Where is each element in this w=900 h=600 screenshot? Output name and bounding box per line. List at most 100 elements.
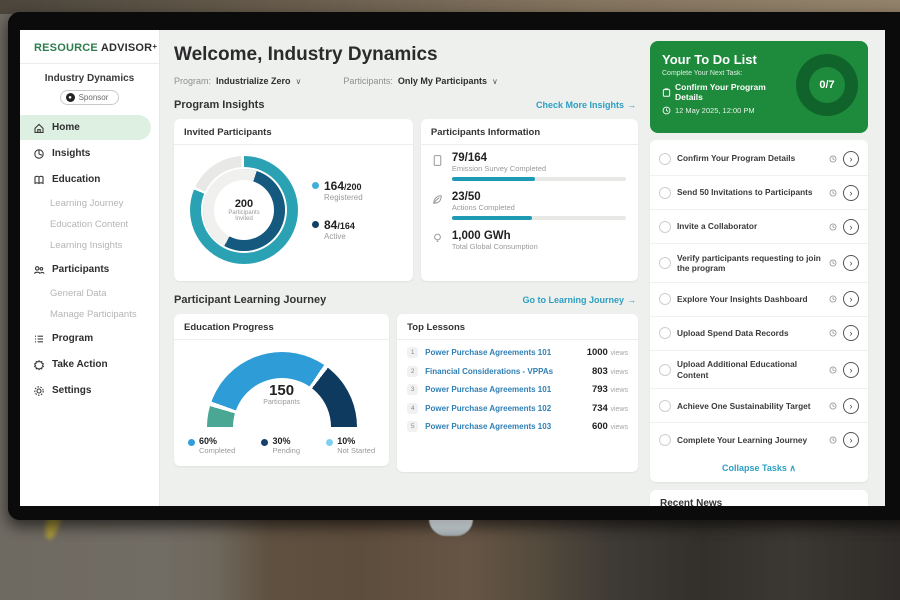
rank-chip: 1 (407, 347, 418, 358)
task-open-button[interactable]: › (843, 151, 859, 167)
task-row[interactable]: Send 50 Invitations to Participants › (650, 176, 868, 210)
program-filter[interactable]: Program: Industrialize Zero ∨ (174, 76, 301, 86)
clock-icon (829, 436, 837, 444)
sidebar-item-education[interactable]: Education (20, 167, 151, 192)
sidebar-item-participants[interactable]: Participants (20, 257, 151, 282)
card-title: Education Progress (174, 314, 389, 340)
task-checkbox[interactable] (659, 293, 671, 305)
clock-icon (829, 366, 837, 374)
stat-consumption: 1,000 GWh Total Global Consumption (431, 230, 626, 255)
sidebar-item-learning-journey[interactable]: Learning Journey (20, 193, 159, 214)
todo-summary-card: Your To Do List Complete Your Next Task:… (650, 41, 868, 133)
recent-news-card: Recent News (650, 490, 868, 506)
lesson-row: 2 Financial Considerations - VPPAs 803 v… (397, 362, 638, 381)
rank-chip: 5 (407, 421, 418, 432)
card-title: Invited Participants (174, 119, 413, 145)
lesson-link[interactable]: Power Purchase Agreements 102 (425, 404, 585, 413)
todo-progress-value: 0/7 (819, 79, 834, 91)
task-checkbox[interactable] (659, 327, 671, 339)
app-logo[interactable]: RESOURCE ADVISOR+ (20, 42, 159, 63)
sidebar-item-take-action[interactable]: Take Action (20, 352, 151, 377)
todo-due-date: 12 May 2025, 12:00 PM (675, 106, 755, 115)
lesson-row: 1 Power Purchase Agreements 101 1000 vie… (397, 343, 638, 362)
logo-plus: + (152, 42, 157, 51)
book-icon (32, 173, 45, 186)
legend-registered: 164/200 Registered (312, 179, 363, 202)
sidebar-item-general-data[interactable]: General Data (20, 283, 159, 304)
task-row[interactable]: Upload Spend Data Records › (650, 317, 868, 351)
participants-information-card: Participants Information 79/164 Emission… (421, 119, 638, 281)
participants-filter[interactable]: Participants: Only My Participants ∨ (343, 76, 497, 86)
task-open-button[interactable]: › (843, 398, 859, 414)
task-checkbox[interactable] (659, 257, 671, 269)
sidebar-item-program[interactable]: Program (20, 326, 151, 351)
task-open-button[interactable]: › (843, 432, 859, 448)
legend-active: 84/164 Active (312, 218, 363, 241)
caret-up-icon: ∧ (789, 463, 796, 473)
clock-icon (829, 329, 837, 337)
invited-participants-card: Invited Participants 200 Participants In… (174, 119, 413, 281)
clock-icon (829, 402, 837, 410)
task-row[interactable]: Achieve One Sustainability Target › (650, 389, 868, 423)
go-to-learning-journey-link[interactable]: Go to Learning Journey→ (522, 295, 636, 305)
lesson-link[interactable]: Power Purchase Agreements 101 (425, 385, 585, 394)
task-checkbox[interactable] (659, 434, 671, 446)
survey-bar-fill (452, 177, 536, 181)
sponsor-badge[interactable]: ● Sponsor (60, 90, 120, 105)
dashboard-screen: RESOURCE ADVISOR+ Industry Dynamics ● Sp… (20, 30, 885, 506)
gear-icon (32, 384, 45, 397)
sidebar-item-label: Home (52, 122, 80, 133)
arrow-right-icon: → (627, 295, 636, 305)
list-icon (32, 332, 45, 345)
collapse-tasks-link[interactable]: Collapse Tasks ∧ (650, 456, 868, 480)
lesson-row: 3 Power Purchase Agreements 101 793 view… (397, 380, 638, 399)
legend-not-started: 10% Not Started (326, 436, 375, 455)
todo-task-list: Confirm Your Program Details › Send 50 I… (650, 140, 868, 482)
task-row[interactable]: Verify participants requesting to join t… (650, 244, 868, 283)
chevron-down-icon[interactable]: ∨ (296, 77, 302, 86)
task-open-button[interactable]: › (843, 291, 859, 307)
task-checkbox[interactable] (659, 400, 671, 412)
task-checkbox[interactable] (659, 221, 671, 233)
task-open-button[interactable]: › (843, 255, 859, 271)
arrow-right-icon: → (627, 100, 636, 110)
completed-dot-icon (188, 439, 195, 446)
sidebar-divider (20, 63, 159, 64)
task-row[interactable]: Confirm Your Program Details › (650, 142, 868, 176)
page-title: Welcome, Industry Dynamics (174, 44, 638, 66)
sidebar-item-label: Education (52, 174, 100, 185)
sidebar-item-home[interactable]: Home (20, 115, 151, 140)
task-checkbox[interactable] (659, 364, 671, 376)
todo-progress-ring: 0/7 (796, 54, 858, 116)
lesson-row: 4 Power Purchase Agreements 102 734 view… (397, 399, 638, 418)
task-checkbox[interactable] (659, 187, 671, 199)
sidebar-item-label: Participants (52, 264, 109, 275)
actions-progress-track (452, 216, 626, 220)
task-open-button[interactable]: › (843, 185, 859, 201)
task-open-button[interactable]: › (843, 362, 859, 378)
sidebar-item-settings[interactable]: Settings (20, 378, 151, 403)
lesson-link[interactable]: Power Purchase Agreements 103 (425, 422, 585, 431)
task-row[interactable]: Invite a Collaborator › (650, 210, 868, 244)
invited-donut-outer: 200 Participants Invited (190, 156, 298, 264)
not-started-dot-icon (326, 439, 333, 446)
sidebar-item-learning-insights[interactable]: Learning Insights (20, 235, 159, 256)
chevron-down-icon[interactable]: ∨ (492, 77, 498, 86)
invited-total: 200 (235, 198, 253, 210)
check-more-insights-link[interactable]: Check More Insights→ (536, 100, 636, 110)
bulb-icon (431, 230, 445, 255)
task-row[interactable]: Upload Additional Educational Content › (650, 351, 868, 390)
lesson-link[interactable]: Power Purchase Agreements 101 (425, 348, 580, 357)
clock-icon (829, 155, 837, 163)
insights-icon (32, 147, 45, 160)
task-checkbox[interactable] (659, 153, 671, 165)
pending-dot-icon (261, 439, 268, 446)
sidebar-item-insights[interactable]: Insights (20, 141, 151, 166)
task-row[interactable]: Complete Your Learning Journey › (650, 423, 868, 456)
task-open-button[interactable]: › (843, 325, 859, 341)
lesson-link[interactable]: Financial Considerations - VPPAs (425, 367, 585, 376)
sidebar-item-manage-participants[interactable]: Manage Participants (20, 304, 159, 325)
task-open-button[interactable]: › (843, 219, 859, 235)
task-row[interactable]: Explore Your Insights Dashboard › (650, 283, 868, 317)
sidebar-item-education-content[interactable]: Education Content (20, 214, 159, 235)
